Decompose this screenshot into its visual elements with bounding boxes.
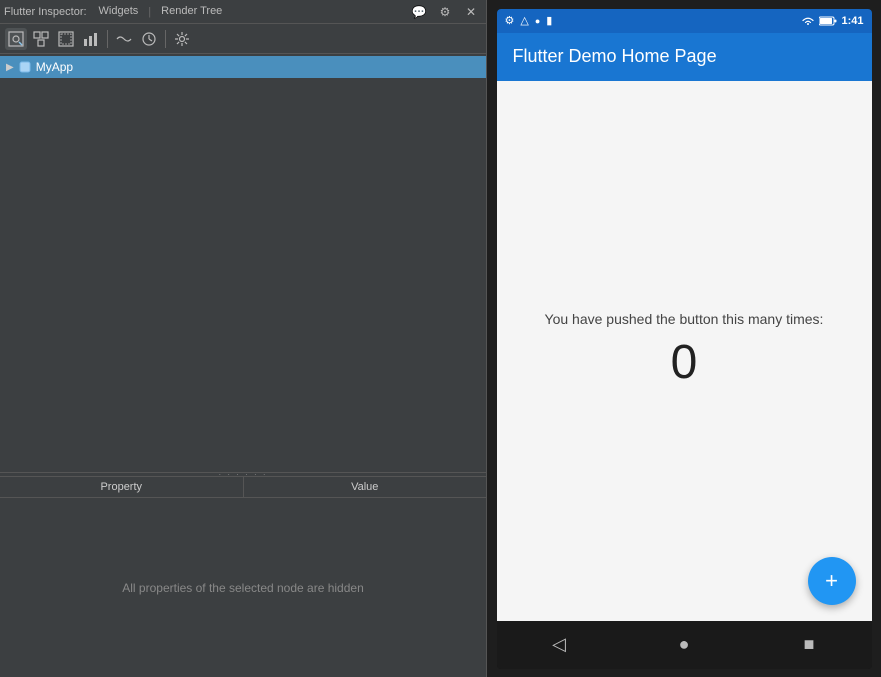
timeline-button[interactable] <box>113 28 135 50</box>
property-col-header: Property <box>0 477 244 497</box>
clock-icon <box>141 31 157 47</box>
settings-button[interactable] <box>171 28 193 50</box>
warning-status-icon: △ <box>520 14 528 27</box>
inspect-button[interactable] <box>5 28 27 50</box>
app-content: You have pushed the button this many tim… <box>497 81 872 621</box>
app-bar-title: Flutter Demo Home Page <box>513 46 717 67</box>
back-button[interactable]: ◁ <box>539 625 579 665</box>
status-bar: ⚙ △ ● ▮ 1:41 <box>497 9 872 33</box>
tree-item-myapp[interactable]: ▶ MyApp <box>0 56 486 78</box>
tab-render-tree[interactable]: Render Tree <box>155 4 228 20</box>
render-tree-icon <box>58 31 74 47</box>
render-tree-button[interactable] <box>55 28 77 50</box>
status-right-area: 1:41 <box>801 15 863 27</box>
clock-button[interactable] <box>138 28 160 50</box>
value-col-header: Value <box>244 477 487 497</box>
widget-icon <box>18 60 32 74</box>
perf-button[interactable] <box>80 28 102 50</box>
status-time: 1:41 <box>841 15 863 27</box>
wifi-icon <box>801 16 815 26</box>
toolbar-sep <box>107 30 108 48</box>
perf-icon <box>83 31 99 47</box>
timeline-icon <box>116 31 132 47</box>
settings-icon <box>174 31 190 47</box>
inspector-label: Flutter Inspector: <box>4 6 87 18</box>
properties-panel: Property Value All properties of the sel… <box>0 477 486 677</box>
recents-button[interactable]: ■ <box>789 625 829 665</box>
message-icon[interactable]: 💬 <box>408 1 430 23</box>
battery-icon <box>819 16 837 26</box>
android-nav-bar: ◁ ● ■ <box>497 621 872 669</box>
close-icon[interactable]: ✕ <box>460 1 482 23</box>
circle-status-icon: ● <box>535 16 540 26</box>
properties-empty-message: All properties of the selected node are … <box>122 581 364 595</box>
fab-plus-icon: + <box>825 568 838 594</box>
push-message: You have pushed the button this many tim… <box>545 311 824 327</box>
home-button[interactable]: ● <box>664 625 704 665</box>
widget-tree-icon <box>33 31 49 47</box>
app-bar: Flutter Demo Home Page <box>497 33 872 81</box>
tab-widgets[interactable]: Widgets <box>93 4 145 20</box>
inspector-toolbar <box>0 24 486 54</box>
widget-tree-button[interactable] <box>30 28 52 50</box>
properties-header: Property Value <box>0 477 486 498</box>
phone-simulator-panel: ⚙ △ ● ▮ 1:41 <box>487 0 881 677</box>
settings-status-icon: ⚙ <box>505 14 515 27</box>
tab-divider: | <box>146 6 153 18</box>
tree-arrow: ▶ <box>6 62 14 73</box>
status-left-icons: ⚙ △ ● ▮ <box>505 14 553 27</box>
properties-body: All properties of the selected node are … <box>0 498 486 677</box>
toolbar-sep-2 <box>165 30 166 48</box>
widget-tree-area: ▶ MyApp <box>0 54 486 472</box>
inspect-icon <box>8 31 24 47</box>
tree-item-label: MyApp <box>36 60 73 74</box>
phone-frame: ⚙ △ ● ▮ 1:41 <box>497 9 872 669</box>
flutter-inspector-panel: Flutter Inspector: Widgets | Render Tree… <box>0 0 487 677</box>
counter-display: 0 <box>671 335 698 390</box>
gear-icon[interactable]: ⚙ <box>434 1 456 23</box>
battery-fill-icon: ▮ <box>546 14 552 27</box>
fab-button[interactable]: + <box>808 557 856 605</box>
top-bar: Flutter Inspector: Widgets | Render Tree… <box>0 0 486 24</box>
